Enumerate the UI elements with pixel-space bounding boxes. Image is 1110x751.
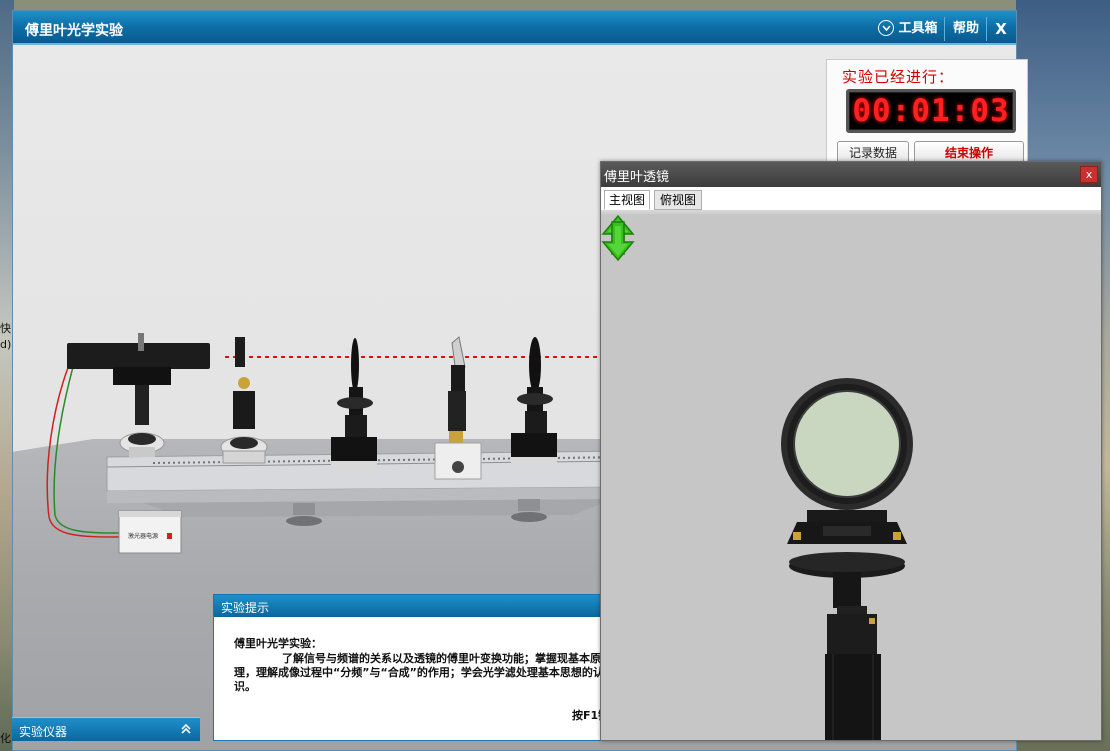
desktop-text: 化 [0,732,11,745]
lens-view-tabs: 主视图 俯视图 [601,187,1101,212]
timer-panel: 实验已经进行： 00:01:03 记录数据 结束操作 [826,59,1028,171]
lens-window-title: 傅里叶透镜 [604,170,670,185]
experiment-tips-panel: 实验提示 傅里叶光学实验： 了解信号与频谱的关系以及透镜的傅里叶变换功能；掌握现… [213,594,613,741]
lens-window-titlebar[interactable]: 傅里叶透镜 x [601,162,1101,187]
close-button[interactable]: X [988,17,1014,41]
beam-expander[interactable] [220,337,268,464]
toolbox-label: 工具箱 [898,21,938,36]
titlebar-divider [944,17,945,41]
tips-titlebar[interactable]: 实验提示 [214,595,612,617]
chevron-double-up-icon[interactable] [178,721,194,737]
titlebar-divider [986,17,987,41]
help-button[interactable]: 帮助 [948,17,984,41]
laser-power-supply[interactable]: 激光器电源 [118,510,182,554]
fourier-lens-holder[interactable] [511,337,557,467]
fourier-lens-model[interactable] [601,214,1101,740]
tips-text: 了解信号与频谱的关系以及透镜的傅里叶变换功能；掌握现基本原理，理解成像过程中“分… [234,652,604,693]
desktop-text: 快 [0,322,11,335]
instrument-label: 实验仪器 [19,725,68,739]
lens-window-close-button[interactable]: x [1080,166,1098,183]
toolbox-button[interactable]: 工具箱 [875,17,941,41]
lens-view-area [601,214,1101,740]
tips-title: 实验提示 [221,601,270,615]
elapsed-time-display: 00:01:03 [846,89,1016,133]
tips-content: 傅里叶光学实验： 了解信号与频谱的关系以及透镜的傅里叶变换功能；掌握现基本原理，… [234,637,606,694]
arrow-down-icon[interactable] [601,214,635,262]
power-supply-label: 激光器电源 [128,532,158,540]
instrument-bar[interactable]: 实验仪器 [12,717,200,741]
chevron-down-icon [878,19,895,36]
window-titlebar[interactable]: 傅里叶光学实验 工具箱 帮助 X [13,11,1016,45]
timer-label: 实验已经进行： [842,68,955,86]
window-title: 傅里叶光学实验 [25,23,123,39]
tab-top-view[interactable]: 俯视图 [654,190,702,210]
desktop-text: d) [0,338,12,351]
tab-main-view[interactable]: 主视图 [604,190,650,210]
object-holder[interactable] [434,336,482,480]
tips-heading: 傅里叶光学实验： [234,637,322,650]
fourier-lens-window: 傅里叶透镜 x 主视图 俯视图 [600,161,1102,741]
